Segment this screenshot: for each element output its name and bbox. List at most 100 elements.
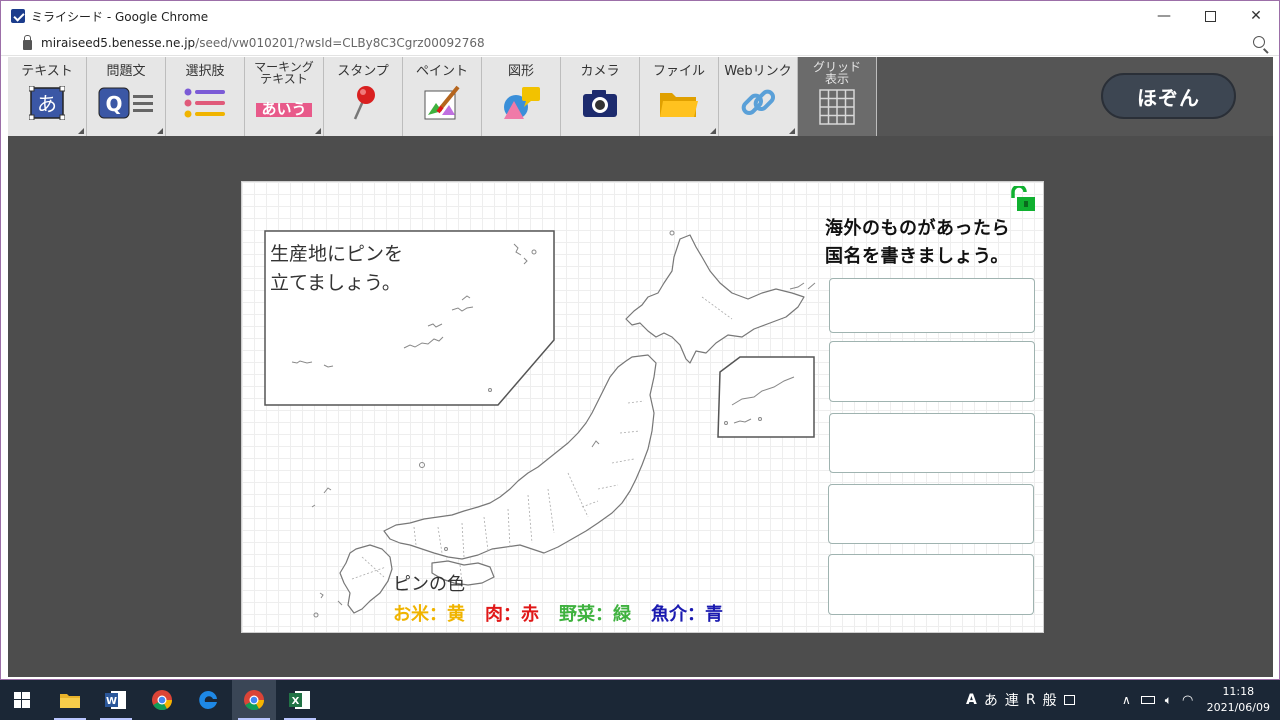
- tool-camera[interactable]: カメラ: [561, 57, 640, 136]
- marking-text-icon: あいう: [254, 89, 314, 125]
- japan-map[interactable]: [292, 227, 822, 627]
- system-clock[interactable]: 11:18 2021/06/09: [1207, 684, 1270, 716]
- ime-mode-a: A: [966, 692, 977, 708]
- battery-icon[interactable]: [1140, 696, 1155, 704]
- kyushu-outline: [339, 544, 393, 614]
- tool-marking-text[interactable]: マーキング テキスト あいう: [245, 57, 324, 136]
- tool-choices[interactable]: 選択肢: [166, 57, 245, 136]
- tool-web-link[interactable]: Webリンク: [719, 57, 798, 136]
- clock-date: 2021/06/09: [1206, 701, 1270, 714]
- hokkaido-outline: [625, 234, 805, 364]
- maximize-button[interactable]: [1187, 1, 1233, 31]
- chevron-up-icon[interactable]: ∧: [1122, 693, 1131, 707]
- toolbar: テキスト あ 問題文 Q 選択肢 マーキング テキスト あいう スタンプ ペイン…: [8, 57, 1273, 136]
- unlocked-padlock-icon[interactable]: [1009, 186, 1037, 212]
- tool-label: カメラ: [580, 64, 620, 79]
- link-icon: [728, 85, 788, 121]
- clock-time: 11:18: [1222, 685, 1255, 698]
- tool-label: 選択肢: [185, 64, 225, 79]
- tool-label: ファイル: [652, 64, 705, 79]
- paint-icon: [412, 85, 472, 121]
- pin-color-legend-title: ピンの色: [393, 574, 465, 595]
- shapes-icon: [491, 85, 551, 121]
- word-icon: W: [105, 691, 126, 709]
- speaker-icon[interactable]: 🔈︎: [1165, 693, 1172, 708]
- country-answer-field-4[interactable]: [828, 484, 1034, 544]
- question-text-icon: Q: [96, 85, 156, 121]
- country-answer-field-2[interactable]: [829, 341, 1035, 402]
- ime-mode-ren: 連: [1004, 693, 1019, 709]
- excel-icon: X: [289, 691, 310, 709]
- tool-file[interactable]: ファイル: [640, 57, 719, 136]
- tool-question-text[interactable]: 問題文 Q: [87, 57, 166, 136]
- legend-rice-yellow: お米：黄: [393, 604, 465, 625]
- ime-pad-icon: [1063, 695, 1075, 705]
- ime-mode-han: 般: [1042, 693, 1057, 709]
- tool-paint[interactable]: ペイント: [403, 57, 482, 136]
- text-icon: あ: [17, 85, 77, 121]
- tool-label: 問題文: [106, 64, 146, 79]
- folder-icon: [649, 85, 709, 121]
- system-tray: ∧ 🔈︎ ◠: [1122, 680, 1193, 720]
- save-button[interactable]: ほぞん: [1101, 73, 1236, 119]
- taskbar-excel[interactable]: X: [278, 680, 322, 720]
- grid-icon: [807, 89, 867, 125]
- address-bar[interactable]: miraiseed5.benesse.ne.jp/seed/vw010201/?…: [1, 31, 1279, 56]
- taskbar-word[interactable]: W: [94, 680, 138, 720]
- dropdown-corner-icon: [710, 128, 716, 134]
- question-icon-glyph: Q: [105, 92, 122, 116]
- tool-label-line2: 表示: [824, 72, 849, 86]
- taskbar-chrome[interactable]: [140, 680, 184, 720]
- chrome-icon: [152, 690, 173, 711]
- tool-label: スタンプ: [337, 64, 389, 79]
- taskbar-edge[interactable]: [186, 680, 230, 720]
- minimize-icon: —: [1157, 8, 1171, 24]
- svg-text:W: W: [106, 696, 117, 707]
- url-host: miraiseed5.benesse.ne.jp: [41, 36, 196, 50]
- choices-icon: [175, 85, 235, 121]
- northern-territories-inset: [717, 356, 815, 438]
- zoom-icon[interactable]: [1253, 36, 1265, 48]
- start-button[interactable]: [0, 680, 44, 720]
- dropdown-corner-icon: [315, 128, 321, 134]
- taskbar-file-explorer[interactable]: [48, 680, 92, 720]
- miraiseed-app-icon: [11, 9, 25, 23]
- browser-window: ミライシード - Google Chrome — ✕ miraiseed5.be…: [0, 0, 1280, 680]
- edge-icon: [199, 690, 217, 709]
- tool-grid-display[interactable]: グリッド 表示: [798, 57, 877, 136]
- tool-label: Webリンク: [724, 64, 792, 79]
- tool-label: 図形: [507, 64, 534, 79]
- file-explorer-icon: [60, 694, 80, 708]
- close-button[interactable]: ✕: [1233, 1, 1279, 31]
- url-text[interactable]: miraiseed5.benesse.ne.jp/seed/vw010201/?…: [41, 36, 485, 50]
- country-answer-field-5[interactable]: [828, 554, 1034, 615]
- tool-stamp[interactable]: スタンプ: [324, 57, 403, 136]
- minimize-button[interactable]: —: [1141, 1, 1187, 31]
- tool-shapes[interactable]: 図形: [482, 57, 561, 136]
- taskbar-chrome-active[interactable]: [232, 680, 276, 720]
- ime-mode-r: R: [1025, 692, 1036, 708]
- question-line1: 海外のものがあったら: [825, 218, 1010, 239]
- camera-icon: [570, 85, 630, 121]
- title-bar: ミライシード - Google Chrome — ✕: [1, 1, 1279, 31]
- question-line2: 国名を書きましょう。: [825, 246, 1009, 267]
- legend-meat-red: 肉：赤: [485, 604, 539, 625]
- tool-text[interactable]: テキスト あ: [8, 57, 87, 136]
- pin-stamp-icon: [333, 85, 393, 121]
- worksheet-card[interactable]: 生産地にピンを 立てましょう。 海外のものがあったら 国名を書きましょう。 ピン…: [241, 181, 1044, 633]
- pin-color-legend: お米：黄 肉：赤 野菜：緑 魚介：青: [393, 600, 723, 626]
- secure-lock-icon: [23, 34, 32, 50]
- app-area: テキスト あ 問題文 Q 選択肢 マーキング テキスト あいう スタンプ ペイン…: [8, 57, 1273, 677]
- svg-text:X: X: [292, 696, 300, 707]
- country-answer-field-1[interactable]: [829, 278, 1035, 333]
- maximize-icon: [1204, 10, 1216, 22]
- chrome-active-icon: [244, 690, 265, 711]
- dropdown-corner-icon: [789, 128, 795, 134]
- country-answer-field-3[interactable]: [829, 413, 1035, 473]
- legend-seafood-blue: 魚介：青: [651, 604, 723, 625]
- wifi-icon[interactable]: ◠: [1182, 693, 1193, 708]
- tool-label: テキスト: [21, 64, 73, 79]
- url-path: /seed/vw010201/?wsId=CLBy8C3Cgrz00092768: [195, 36, 485, 50]
- ime-indicator[interactable]: A あ 連 R 般: [966, 680, 1075, 720]
- legend-vegetable-green: 野菜：緑: [559, 604, 631, 625]
